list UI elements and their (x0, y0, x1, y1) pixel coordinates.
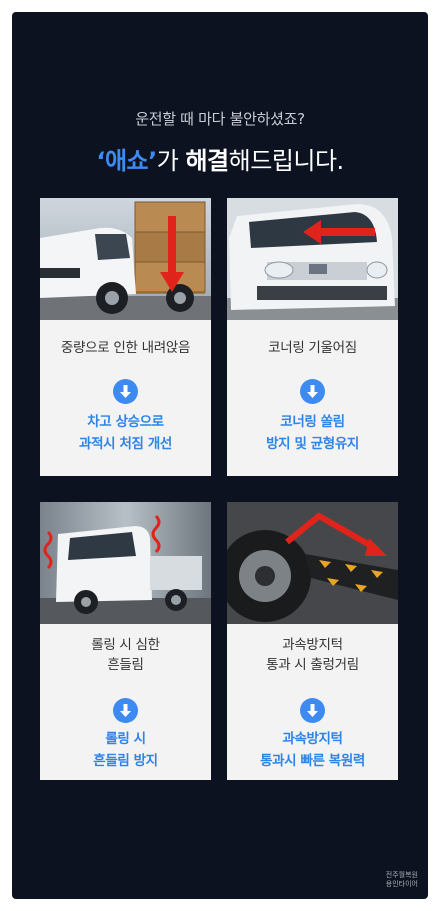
headline-end: 해드립니다. (228, 147, 345, 175)
solution-text: 과속방지턱 통과시 빠른 복원력 (260, 731, 365, 769)
arrow-down-icon (113, 698, 138, 723)
overloaded-truck-photo (40, 198, 211, 320)
headline-strong: 해결 (185, 147, 229, 175)
truck-cornering-photo (227, 198, 398, 320)
problem-text: 중량으로 인한 내려앉음 (60, 340, 191, 356)
speed-bump-photo (227, 502, 398, 624)
arrow-down-icon (300, 698, 325, 723)
truck-rolling-photo (40, 502, 211, 624)
header: 운전할 때 마다 불안하셨죠? ‘애쇼’가 해결해드립니다. (12, 108, 428, 176)
feature-card-overload: 중량으로 인한 내려앉음 차고 상승으로 과적시 처짐 개선 (40, 198, 211, 476)
headline-mid: 가 (156, 147, 186, 175)
feature-card-cornering: 코너링 기울어짐 코너링 쏠림 방지 및 균형유지 (227, 198, 398, 476)
headline: ‘애쇼’가 해결해드립니다. (12, 141, 428, 176)
feature-card-rolling: 롤링 시 심한 흔들림 롤링 시 흔들림 방지 (40, 502, 211, 780)
subtitle: 운전할 때 마다 불안하셨죠? (135, 110, 305, 128)
problem-text: 코너링 기울어짐 (268, 340, 357, 356)
arrow-down-icon (300, 379, 325, 404)
headline-brand: ‘애쇼’ (96, 147, 157, 175)
arrow-down-icon (113, 379, 138, 404)
promo-panel: 운전할 때 마다 불안하셨죠? ‘애쇼’가 해결해드립니다. 중량으로 인한 내… (12, 12, 428, 899)
solution-text: 롤링 시 흔들림 방지 (93, 731, 158, 769)
solution-text: 차고 상승으로 과적시 처짐 개선 (79, 414, 172, 452)
problem-text: 과속방지턱 통과 시 출렁거림 (266, 637, 359, 673)
problem-text: 롤링 시 심한 흔들림 (91, 637, 160, 673)
watermark: 전주월복원 용인타이어 (385, 871, 418, 888)
feature-card-speed-bump: 과속방지턱 통과 시 출렁거림 과속방지턱 통과시 빠른 복원력 (227, 502, 398, 780)
solution-text: 코너링 쏠림 방지 및 균형유지 (266, 414, 359, 452)
